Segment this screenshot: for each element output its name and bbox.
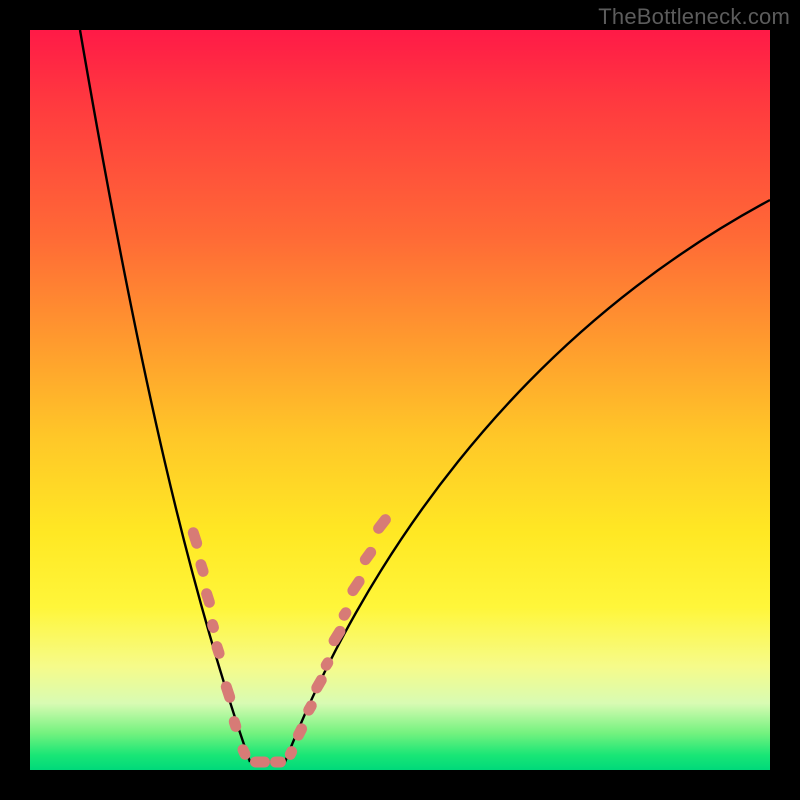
marker-pill <box>371 512 393 536</box>
curve-left-branch <box>80 30 250 762</box>
marker-pill <box>327 624 348 648</box>
plot-area <box>30 30 770 770</box>
marker-pill <box>270 757 286 768</box>
bottleneck-curve <box>80 30 770 762</box>
marker-pill <box>250 757 270 768</box>
marker-pill <box>219 680 236 704</box>
watermark-text: TheBottleneck.com <box>598 4 790 30</box>
curve-right-branch <box>250 200 770 762</box>
marker-group <box>186 512 393 768</box>
marker-pill <box>194 558 210 579</box>
marker-pill <box>358 545 379 568</box>
marker-pill <box>309 673 329 696</box>
curve-layer <box>30 30 770 770</box>
marker-pill <box>345 574 366 598</box>
marker-pill <box>186 526 203 550</box>
chart-frame: TheBottleneck.com <box>0 0 800 800</box>
